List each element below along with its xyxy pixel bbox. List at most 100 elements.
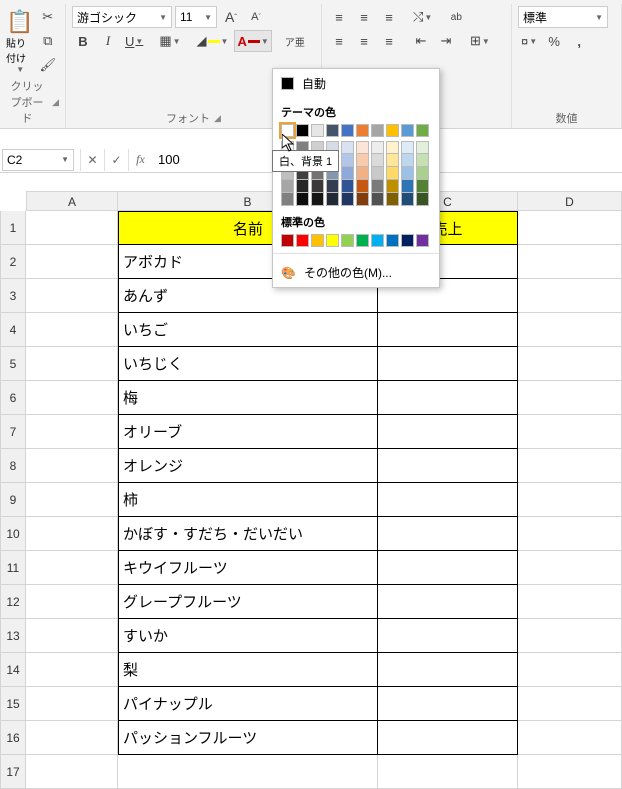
cell[interactable]: オリーブ [118, 415, 378, 449]
cell[interactable] [26, 381, 118, 415]
cell[interactable] [518, 755, 622, 789]
more-colors-item[interactable]: 🎨 その他の色(M)... [273, 258, 439, 287]
color-swatch[interactable] [341, 180, 354, 193]
cell[interactable] [518, 245, 622, 279]
cell[interactable]: いちじく [118, 347, 378, 381]
row-header[interactable]: 7 [0, 415, 26, 449]
color-swatch[interactable] [371, 124, 384, 137]
color-swatch[interactable] [371, 167, 384, 180]
cell[interactable] [518, 483, 622, 517]
cell[interactable] [518, 347, 622, 381]
borders-button[interactable]: ▦▼ [156, 30, 183, 52]
color-swatch[interactable] [341, 124, 354, 137]
cell[interactable] [26, 483, 118, 517]
cell[interactable] [378, 687, 518, 721]
color-swatch[interactable] [281, 193, 294, 206]
cell[interactable] [518, 619, 622, 653]
cell[interactable]: すいか [118, 619, 378, 653]
merge-button[interactable]: ⊞▼ [467, 30, 493, 52]
cell[interactable] [518, 211, 622, 245]
cell[interactable] [26, 585, 118, 619]
color-swatch[interactable] [341, 234, 354, 247]
row-header[interactable]: 17 [0, 755, 26, 789]
row-header[interactable]: 5 [0, 347, 26, 381]
cell[interactable] [378, 585, 518, 619]
cancel-formula-button[interactable]: ✕ [80, 149, 104, 171]
row-header[interactable]: 8 [0, 449, 26, 483]
cell[interactable] [26, 449, 118, 483]
row-header[interactable]: 11 [0, 551, 26, 585]
color-swatch[interactable] [386, 154, 399, 167]
color-swatch[interactable] [386, 141, 399, 154]
color-swatch[interactable] [341, 154, 354, 167]
automatic-color-item[interactable]: 自動 [273, 69, 439, 98]
color-swatch[interactable] [416, 124, 429, 137]
color-swatch[interactable] [341, 193, 354, 206]
align-center-button[interactable]: ≡ [353, 30, 375, 52]
color-swatch[interactable] [371, 141, 384, 154]
color-swatch[interactable] [311, 234, 324, 247]
color-swatch[interactable] [386, 124, 399, 137]
bold-button[interactable]: B [72, 30, 94, 52]
color-swatch[interactable] [416, 234, 429, 247]
color-swatch[interactable] [401, 180, 414, 193]
cell[interactable] [518, 381, 622, 415]
cell[interactable] [26, 279, 118, 313]
color-swatch[interactable] [281, 234, 294, 247]
font-name-select[interactable]: 游ゴシック▼ [72, 6, 172, 28]
cell[interactable] [26, 551, 118, 585]
color-swatch[interactable] [386, 167, 399, 180]
color-swatch[interactable] [326, 193, 339, 206]
name-box[interactable]: C2▼ [2, 149, 74, 171]
cell[interactable] [378, 721, 518, 755]
cell[interactable] [26, 619, 118, 653]
color-swatch[interactable] [326, 180, 339, 193]
color-swatch[interactable] [356, 180, 369, 193]
color-swatch[interactable] [296, 193, 309, 206]
row-header[interactable]: 12 [0, 585, 26, 619]
cell[interactable] [378, 755, 518, 789]
dialog-launcher-icon[interactable]: ◢ [214, 113, 221, 124]
row-header[interactable]: 3 [0, 279, 26, 313]
color-swatch[interactable] [386, 234, 399, 247]
cell[interactable] [518, 279, 622, 313]
fill-color-button[interactable]: ◢▼ [194, 30, 232, 52]
color-swatch[interactable] [401, 154, 414, 167]
color-swatch[interactable] [311, 193, 324, 206]
color-swatch[interactable] [356, 124, 369, 137]
row-header[interactable]: 9 [0, 483, 26, 517]
color-swatch[interactable] [311, 124, 324, 137]
color-swatch[interactable] [341, 141, 354, 154]
font-color-button[interactable]: A▼ [234, 30, 271, 52]
cell[interactable]: 梨 [118, 653, 378, 687]
fx-button[interactable]: fx [128, 149, 152, 171]
align-left-button[interactable]: ≡ [328, 30, 350, 52]
cell[interactable] [26, 653, 118, 687]
dialog-launcher-icon[interactable]: ◢ [52, 97, 59, 108]
cell[interactable]: キウイフルーツ [118, 551, 378, 585]
cell[interactable] [378, 653, 518, 687]
color-swatch[interactable] [401, 141, 414, 154]
cell[interactable] [26, 415, 118, 449]
currency-button[interactable]: ¤▼ [518, 30, 540, 52]
color-swatch[interactable] [401, 193, 414, 206]
wrap-text-button[interactable]: ab [445, 6, 467, 28]
cell[interactable] [518, 415, 622, 449]
color-swatch[interactable] [281, 180, 294, 193]
cell[interactable] [378, 415, 518, 449]
color-swatch[interactable] [416, 193, 429, 206]
italic-button[interactable]: I [97, 30, 119, 52]
cell[interactable]: グレープフルーツ [118, 585, 378, 619]
cell[interactable]: かぼす・すだち・だいだい [118, 517, 378, 551]
copy-button[interactable]: ⧉ [36, 30, 59, 52]
cell[interactable] [26, 313, 118, 347]
cell[interactable] [378, 449, 518, 483]
cell[interactable] [518, 313, 622, 347]
decrease-font-button[interactable]: Aˇ [245, 6, 267, 28]
cell[interactable]: 柿 [118, 483, 378, 517]
align-top-button[interactable]: ≡ [328, 6, 350, 28]
color-swatch[interactable] [386, 180, 399, 193]
color-swatch[interactable] [326, 124, 339, 137]
color-swatch[interactable] [356, 154, 369, 167]
cell[interactable] [518, 721, 622, 755]
